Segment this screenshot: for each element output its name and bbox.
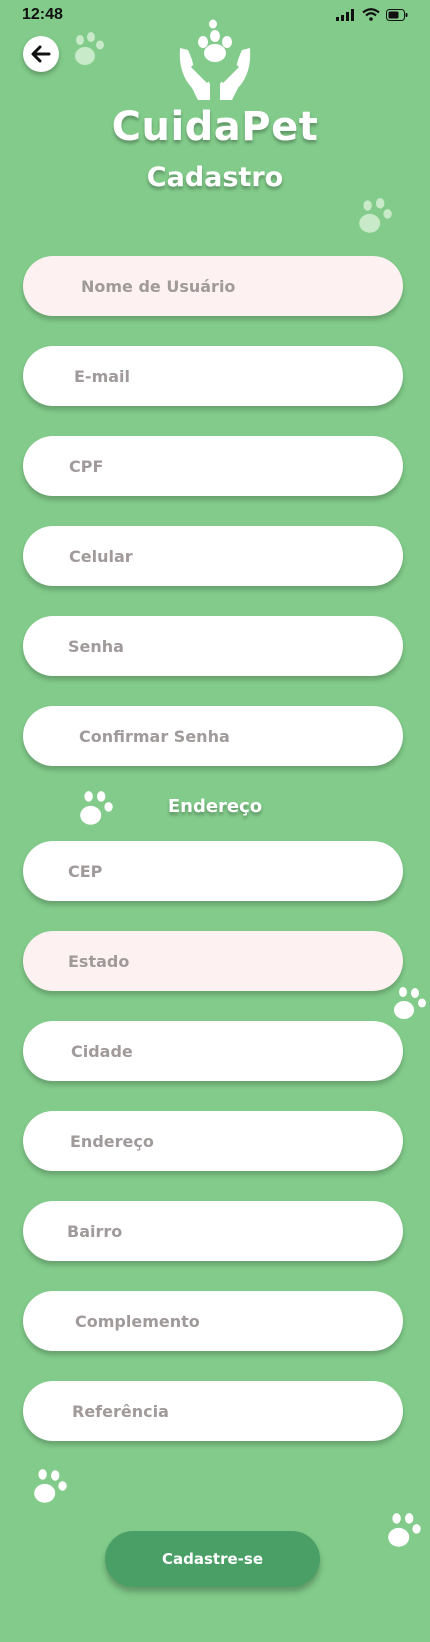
- address-field[interactable]: Endereço: [23, 1111, 403, 1171]
- pet-care-hands-icon: [179, 19, 251, 100]
- battery-icon: [386, 8, 408, 21]
- paw-print-icon: [75, 32, 104, 65]
- back-arrow-icon: [31, 45, 51, 63]
- confirm-password-field[interactable]: Confirmar Senha: [23, 706, 403, 766]
- password-field[interactable]: Senha: [23, 616, 403, 676]
- complement-field[interactable]: Complemento: [23, 1291, 403, 1351]
- email-field[interactable]: E-mail: [23, 346, 403, 406]
- paw-print-icon: [34, 1469, 67, 1503]
- state-field[interactable]: Estado: [23, 931, 403, 991]
- status-time: 12:48: [22, 6, 63, 23]
- wifi-icon: [362, 8, 380, 21]
- cpf-field[interactable]: CPF: [23, 436, 403, 496]
- page-title: Cadastro: [146, 162, 284, 193]
- username-field[interactable]: Nome de Usuário: [23, 256, 403, 316]
- paw-print-icon: [388, 1513, 421, 1547]
- app-title: CuidaPet: [111, 104, 319, 150]
- neighborhood-field[interactable]: Bairro: [23, 1201, 403, 1261]
- register-button[interactable]: Cadastre-se: [105, 1531, 320, 1587]
- phone-field[interactable]: Celular: [23, 526, 403, 586]
- cep-field[interactable]: CEP: [23, 841, 403, 901]
- paw-print-icon: [394, 987, 426, 1019]
- reference-field[interactable]: Referência: [23, 1381, 403, 1441]
- signal-icon: [336, 8, 354, 21]
- city-field[interactable]: Cidade: [23, 1021, 403, 1081]
- back-button[interactable]: [23, 36, 59, 72]
- paw-print-icon: [359, 198, 392, 233]
- address-section-label: Endereço: [167, 796, 263, 817]
- system-icons: [336, 8, 408, 21]
